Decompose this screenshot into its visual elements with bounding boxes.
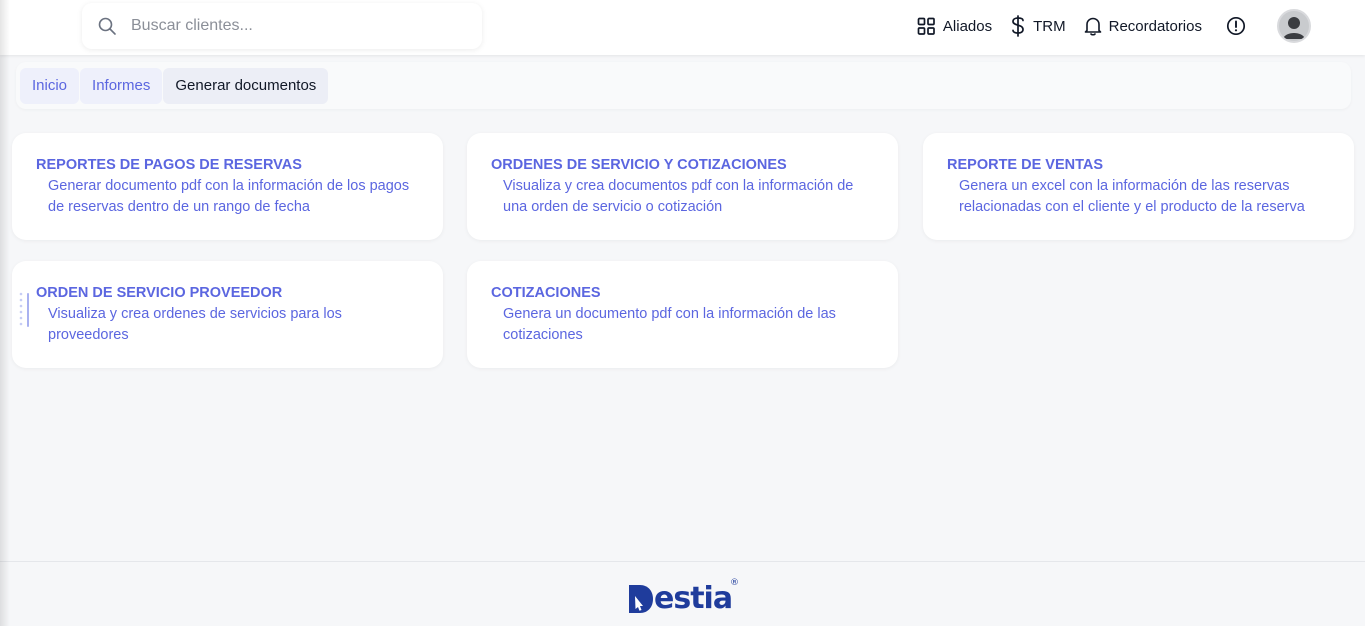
search-icon <box>98 17 116 35</box>
aliados-label: Aliados <box>942 17 993 35</box>
top-navigation: Aliados TRM Recordatorios <box>917 0 1311 52</box>
destia-logo: estia ® <box>628 578 739 616</box>
breadcrumb: Inicio Informes Generar documentos <box>16 62 1351 109</box>
card-ordenes-servicio-cotizaciones[interactable]: ORDENES DE SERVICIO Y COTIZACIONES Visua… <box>467 133 898 240</box>
grid-icon <box>917 17 935 35</box>
card-reporte-ventas[interactable]: REPORTE DE VENTAS Genera un excel con la… <box>923 133 1354 240</box>
trm-button[interactable]: TRM <box>1010 15 1066 37</box>
card-title: REPORTES DE PAGOS DE RESERVAS <box>36 157 302 173</box>
search-input[interactable] <box>131 17 451 35</box>
drag-handle-icon[interactable] <box>19 291 31 331</box>
top-bar: Aliados TRM Recordatorios <box>0 0 1365 55</box>
logo-text: estia <box>654 581 734 616</box>
alert-circle-icon <box>1226 16 1246 36</box>
trm-label: TRM <box>1033 17 1066 35</box>
card-description: Genera un excel con la información de la… <box>959 178 1305 215</box>
user-silhouette-icon <box>1279 11 1309 41</box>
recordatorios-label: Recordatorios <box>1108 17 1202 35</box>
logo-main-text: est <box>654 581 705 616</box>
card-description: Visualiza y crea documentos pdf con la i… <box>503 178 854 215</box>
logo-suffix-text: ia <box>703 581 734 616</box>
breadcrumb-informes[interactable]: Informes <box>80 67 163 104</box>
user-avatar[interactable] <box>1277 9 1311 43</box>
recordatorios-button[interactable]: Recordatorios <box>1084 16 1202 36</box>
footer: estia ® <box>0 561 1365 626</box>
card-title: REPORTE DE VENTAS <box>947 157 1104 173</box>
sidebar-edge-shadow <box>0 0 10 626</box>
card-cotizaciones[interactable]: COTIZACIONES Genera un documento pdf con… <box>467 261 898 368</box>
aliados-button[interactable]: Aliados <box>917 17 992 36</box>
card-reportes-pagos-reservas[interactable]: REPORTES DE PAGOS DE RESERVAS Generar do… <box>12 133 443 240</box>
logo-d-mark-icon <box>629 585 653 613</box>
dollar-icon <box>1012 15 1024 37</box>
search-box[interactable] <box>82 3 482 49</box>
card-description: Visualiza y crea ordenes de servicios pa… <box>48 306 342 343</box>
logo-registered-mark: ® <box>730 578 739 588</box>
bell-icon <box>1084 17 1101 36</box>
card-title: ORDEN DE SERVICIO PROVEEDOR <box>36 285 283 301</box>
card-description: Generar documento pdf con la información… <box>48 178 410 215</box>
card-title: ORDENES DE SERVICIO Y COTIZACIONES <box>491 157 787 173</box>
card-description: Genera un documento pdf con la informaci… <box>503 306 836 343</box>
card-title: COTIZACIONES <box>491 285 601 301</box>
alert-button[interactable] <box>1226 16 1253 36</box>
breadcrumb-inicio[interactable]: Inicio <box>20 67 80 104</box>
breadcrumb-generar-documentos: Generar documentos <box>163 67 329 104</box>
card-orden-servicio-proveedor[interactable]: ORDEN DE SERVICIO PROVEEDOR Visualiza y … <box>12 261 443 368</box>
